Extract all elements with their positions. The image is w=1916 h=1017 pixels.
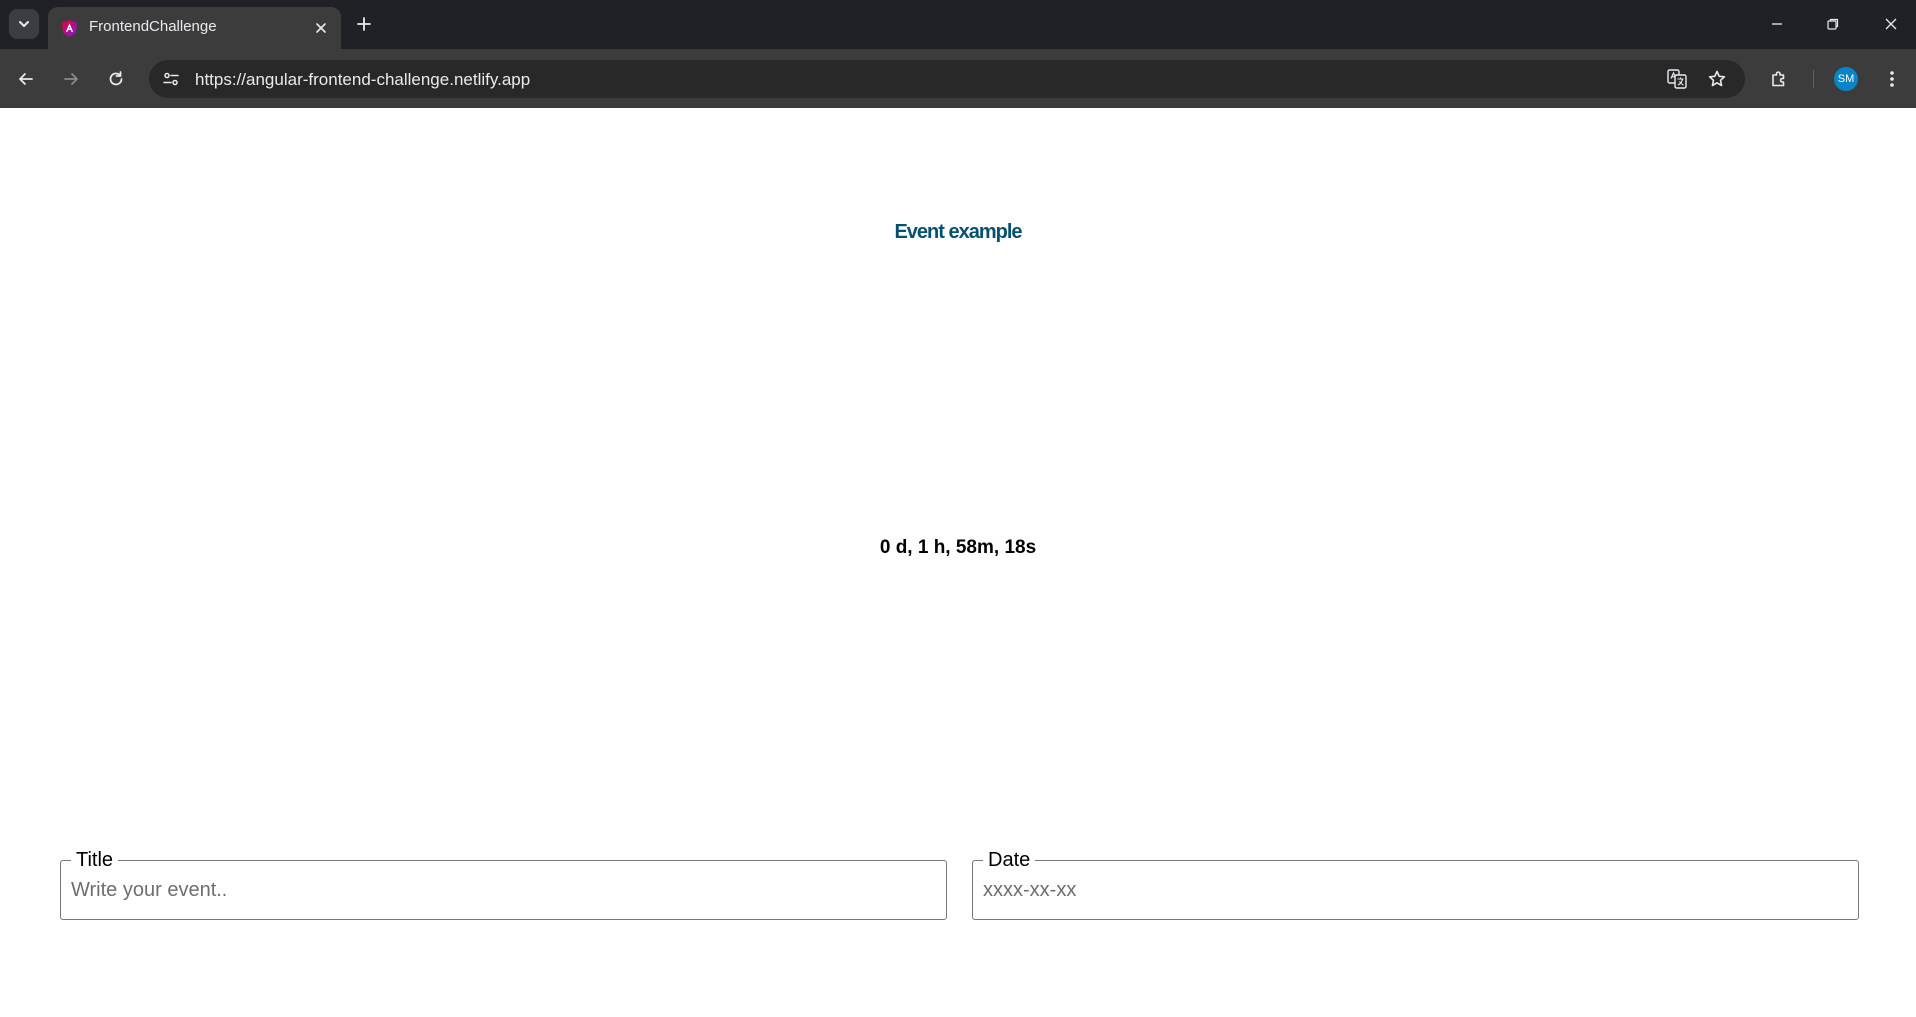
title-input[interactable] <box>61 861 946 919</box>
chevron-down-icon <box>19 21 29 27</box>
forward-arrow-icon[interactable] <box>56 64 86 94</box>
browser-tab-active[interactable]: FrontendChallenge <box>48 7 341 49</box>
restore-icon[interactable] <box>1819 10 1847 38</box>
browser-toolbar: https://angular-frontend-challenge.netli… <box>0 49 1916 108</box>
window-close-icon[interactable] <box>1877 10 1905 38</box>
angular-favicon-icon <box>61 19 78 38</box>
date-field: Date <box>972 848 1859 920</box>
tab-title: FrontendChallenge <box>89 18 217 35</box>
close-tab-icon[interactable] <box>311 18 331 38</box>
translate-icon[interactable] <box>1664 66 1690 92</box>
bookmark-star-icon[interactable] <box>1704 66 1730 92</box>
countdown-timer: 0 d, 1 h, 58m, 18s <box>879 537 1037 558</box>
page-content: Event example 0 d, 1 h, 58m, 18s Title D… <box>0 108 1916 1017</box>
more-menu-icon[interactable] <box>1877 64 1907 94</box>
back-arrow-icon[interactable] <box>11 64 41 94</box>
address-bar[interactable]: https://angular-frontend-challenge.netli… <box>149 60 1745 98</box>
event-title: Event example <box>894 221 1022 243</box>
minimize-icon[interactable] <box>1763 10 1791 38</box>
reload-icon[interactable] <box>101 64 131 94</box>
date-input[interactable] <box>973 861 1858 919</box>
extensions-puzzle-icon[interactable] <box>1764 64 1794 94</box>
new-tab-icon[interactable] <box>352 12 376 36</box>
title-field: Title <box>60 848 947 920</box>
url-text[interactable]: https://angular-frontend-challenge.netli… <box>195 70 530 90</box>
tab-search-button[interactable] <box>9 9 39 39</box>
toolbar-divider <box>1813 70 1814 88</box>
profile-initials: SM <box>1837 73 1855 85</box>
site-info-icon[interactable] <box>157 65 185 93</box>
browser-tabstrip: FrontendChallenge <box>0 0 1916 49</box>
profile-avatar[interactable]: SM <box>1834 67 1858 91</box>
